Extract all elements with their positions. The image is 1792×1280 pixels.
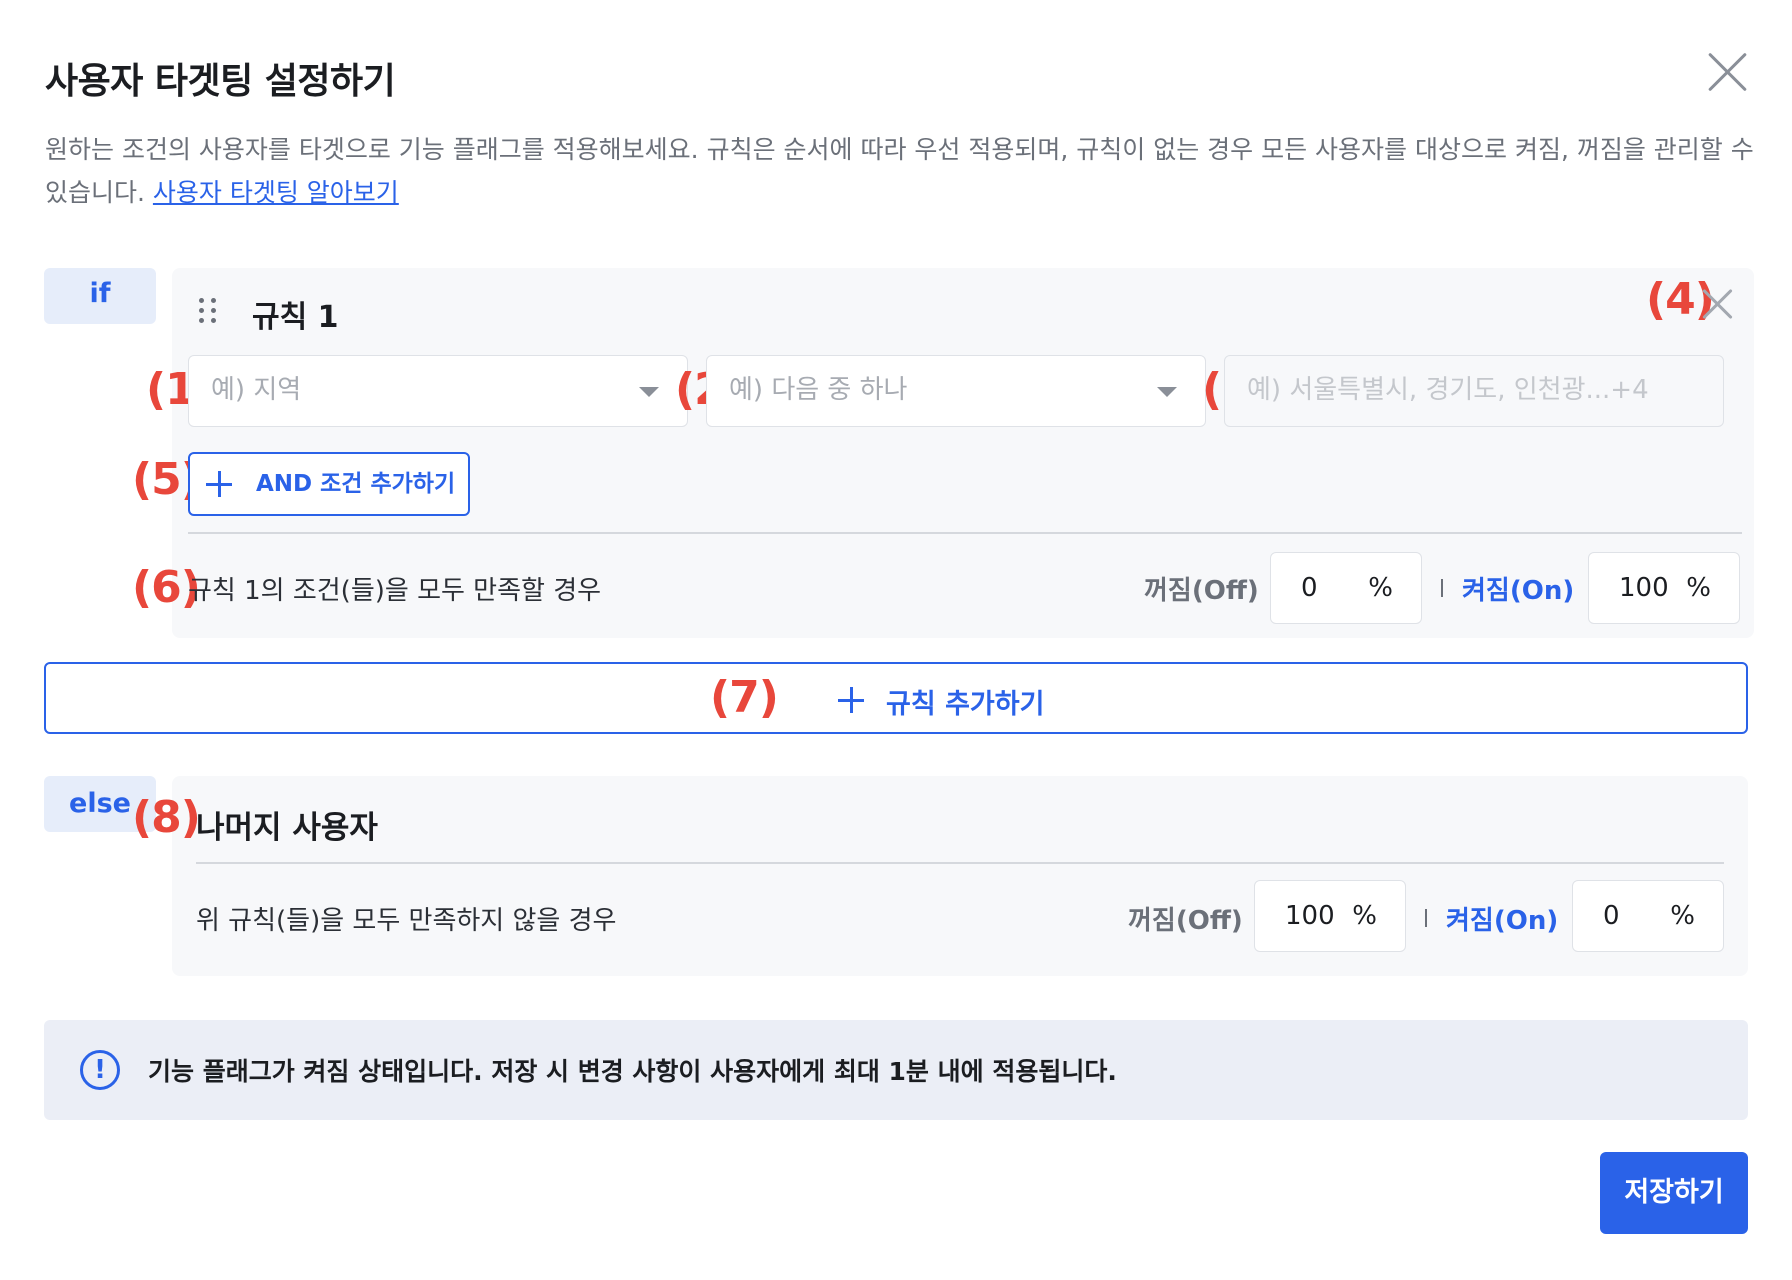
percent-unit: % xyxy=(1670,901,1695,931)
drag-handle-icon[interactable] xyxy=(197,298,219,324)
learn-more-link[interactable]: 사용자 타겟팅 알아보기 xyxy=(153,178,399,207)
percent-unit: % xyxy=(1686,573,1711,603)
close-icon[interactable] xyxy=(1706,50,1750,94)
off-label: 꺼짐(Off) xyxy=(1144,576,1259,606)
if-tag: if xyxy=(44,268,156,324)
rule-condition-text: 규칙 1의 조건(들)을 모두 만족할 경우 xyxy=(188,576,602,606)
rule-divider xyxy=(188,532,1742,534)
add-rule-label: 규칙 추가하기 xyxy=(886,689,1045,720)
on-percent-value: 100 xyxy=(1619,573,1669,603)
plus-icon xyxy=(206,471,232,497)
annotation-8: (8) xyxy=(132,792,201,843)
percent-unit: % xyxy=(1368,573,1393,603)
attribute-select-placeholder: 예) 지역 xyxy=(211,375,302,405)
on-percent-input[interactable]: 100 % xyxy=(1588,552,1740,624)
off-percent-value: 100 xyxy=(1285,901,1335,931)
dialog-description: 원하는 조건의 사용자를 타겟으로 기능 플래그를 적용해보세요. 규칙은 순서… xyxy=(45,128,1755,214)
else-off-percent-input[interactable]: 100 % xyxy=(1254,880,1406,952)
chevron-down-icon xyxy=(639,387,659,397)
notice-text: 기능 플래그가 켜짐 상태입니다. 저장 시 변경 사항이 사용자에게 최대 1… xyxy=(148,1057,1117,1086)
else-condition-text: 위 규칙(들)을 모두 만족하지 않을 경우 xyxy=(196,906,617,936)
plus-icon xyxy=(838,687,864,713)
rule-title: 규칙 1 xyxy=(252,300,339,335)
info-icon: ! xyxy=(80,1050,120,1090)
save-button[interactable]: 저장하기 xyxy=(1600,1152,1748,1234)
add-rule-button[interactable]: 규칙 추가하기 xyxy=(44,662,1748,734)
off-label: 꺼짐(Off) xyxy=(1128,906,1243,936)
values-input-placeholder: 예) 서울특별시, 경기도, 인천광...+4 xyxy=(1247,375,1649,405)
else-panel xyxy=(172,776,1748,976)
on-label: 켜짐(On) xyxy=(1446,906,1559,936)
remove-rule-icon[interactable] xyxy=(1700,286,1736,322)
annotation-7: (7) xyxy=(710,672,779,723)
percent-unit: % xyxy=(1352,901,1377,931)
values-input[interactable]: 예) 서울특별시, 경기도, 인천광...+4 xyxy=(1224,355,1724,427)
else-divider xyxy=(196,862,1724,864)
off-percent-value: 0 xyxy=(1301,573,1318,603)
add-and-condition-button[interactable]: AND 조건 추가하기 xyxy=(188,452,470,516)
dialog-title: 사용자 타겟팅 설정하기 xyxy=(45,61,396,102)
attribute-select[interactable]: 예) 지역 xyxy=(188,355,688,427)
operator-select[interactable]: 예) 다음 중 하나 xyxy=(706,355,1206,427)
add-and-condition-label: AND 조건 추가하기 xyxy=(256,471,456,497)
separator xyxy=(1441,579,1443,597)
on-percent-value: 0 xyxy=(1603,901,1620,931)
else-title: 나머지 사용자 xyxy=(196,810,378,846)
off-percent-input[interactable]: 0 % xyxy=(1270,552,1422,624)
on-label: 켜짐(On) xyxy=(1462,576,1575,606)
separator xyxy=(1425,909,1427,927)
operator-select-placeholder: 예) 다음 중 하나 xyxy=(729,375,908,405)
chevron-down-icon xyxy=(1157,387,1177,397)
notice-banner: ! 기능 플래그가 켜짐 상태입니다. 저장 시 변경 사항이 사용자에게 최대… xyxy=(44,1020,1748,1120)
else-on-percent-input[interactable]: 0 % xyxy=(1572,880,1724,952)
